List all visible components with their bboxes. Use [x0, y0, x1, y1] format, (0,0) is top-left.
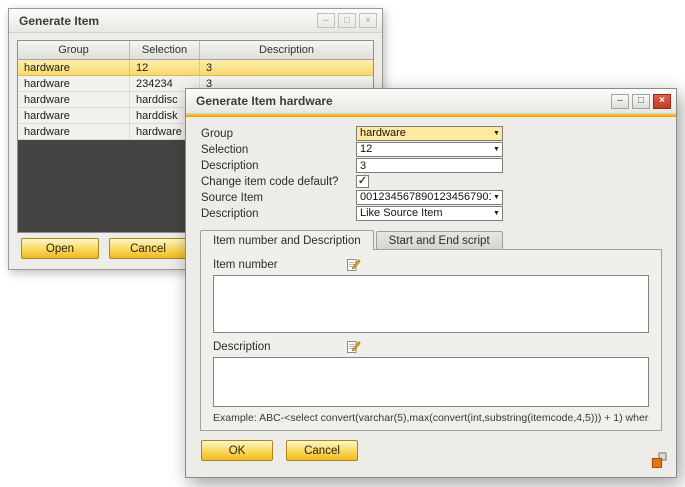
source-item-label: Source Item — [201, 192, 356, 204]
dropdown-arrow-icon[interactable]: ▼ — [491, 143, 502, 156]
cell-group: hardware — [18, 124, 130, 139]
description-script-textarea[interactable] — [213, 357, 649, 407]
button-row: Open Cancel — [21, 238, 187, 259]
tab-start-and-end-script[interactable]: Start and End script — [376, 231, 503, 249]
table-row[interactable]: hardware 12 3 — [18, 60, 373, 76]
dropdown-arrow-icon[interactable]: ▼ — [491, 207, 502, 220]
dropdown-arrow-icon[interactable]: ▼ — [491, 127, 502, 140]
ok-button[interactable]: OK — [201, 440, 273, 461]
cell-selection: 12 — [130, 60, 200, 75]
cell-group: hardware — [18, 92, 130, 107]
cell-group: hardware — [18, 60, 130, 75]
source-item-combo[interactable]: 00123456789012345679012345 ▼ — [356, 190, 503, 205]
dropdown-arrow-icon[interactable]: ▼ — [491, 191, 502, 204]
group-combo[interactable]: hardware ▼ — [356, 126, 503, 141]
source-item-value: 00123456789012345679012345 — [357, 191, 491, 204]
generate-item-titlebar[interactable]: Generate Item – □ × — [9, 9, 382, 33]
tab-item-number-and-description[interactable]: Item number and Description — [200, 230, 374, 250]
table-header: Group Selection Description — [18, 41, 373, 60]
like-source-value: Like Source Item — [357, 207, 491, 220]
like-source-combo[interactable]: Like Source Item ▼ — [356, 206, 503, 221]
maximize-icon[interactable]: □ — [632, 94, 650, 109]
change-item-code-label: Change item code default? — [201, 176, 356, 188]
column-header-description: Description — [200, 41, 373, 59]
cell-group: hardware — [18, 76, 130, 91]
column-header-group: Group — [18, 41, 130, 59]
minimize-icon[interactable]: – — [611, 94, 629, 109]
selection-value: 12 — [357, 143, 491, 156]
change-item-code-checkbox[interactable]: ✓ — [356, 175, 369, 188]
checkmark-icon: ✓ — [358, 176, 367, 187]
group-label: Group — [201, 128, 356, 140]
open-button[interactable]: Open — [21, 238, 99, 259]
maximize-icon[interactable]: □ — [338, 13, 356, 28]
item-number-label: Item number — [213, 259, 346, 271]
description-label: Description — [201, 160, 356, 172]
description-script-label: Description — [213, 341, 346, 353]
close-icon[interactable]: × — [653, 94, 671, 109]
tab-strip: Item number and Description Start and En… — [200, 229, 676, 249]
cell-description: 3 — [200, 60, 373, 75]
close-icon[interactable]: × — [359, 13, 377, 28]
edit-formula-icon[interactable] — [346, 340, 361, 354]
window-controls: – □ × — [317, 13, 377, 28]
generate-item-hardware-window: Generate Item hardware – □ × Group hardw… — [185, 88, 677, 478]
edit-formula-icon[interactable] — [346, 258, 361, 272]
item-number-textarea[interactable] — [213, 275, 649, 333]
description-input[interactable] — [356, 158, 503, 173]
generate-item-hardware-titlebar[interactable]: Generate Item hardware – □ × — [186, 89, 676, 114]
group-value: hardware — [357, 127, 491, 140]
minimize-icon[interactable]: – — [317, 13, 335, 28]
form-area: Group hardware ▼ Selection 12 ▼ Descript… — [186, 117, 676, 221]
selection-combo[interactable]: 12 ▼ — [356, 142, 503, 157]
desktop: Generate Item – □ × Group Selection Desc… — [0, 0, 685, 487]
cancel-button[interactable]: Cancel — [109, 238, 187, 259]
like-source-description-label: Description — [201, 208, 356, 220]
resize-grip-icon[interactable] — [651, 452, 667, 468]
column-header-selection: Selection — [130, 41, 200, 59]
button-row: OK Cancel — [201, 440, 358, 461]
cancel-button[interactable]: Cancel — [286, 440, 358, 461]
window-title: Generate Item — [19, 14, 317, 28]
example-hint-text: Example: ABC-<select convert(varchar(5),… — [213, 412, 649, 424]
tab-panel: Item number Description — [200, 249, 662, 431]
selection-label: Selection — [201, 144, 356, 156]
cell-group: hardware — [18, 108, 130, 123]
window-title: Generate Item hardware — [196, 94, 611, 108]
window-controls: – □ × — [611, 94, 671, 109]
